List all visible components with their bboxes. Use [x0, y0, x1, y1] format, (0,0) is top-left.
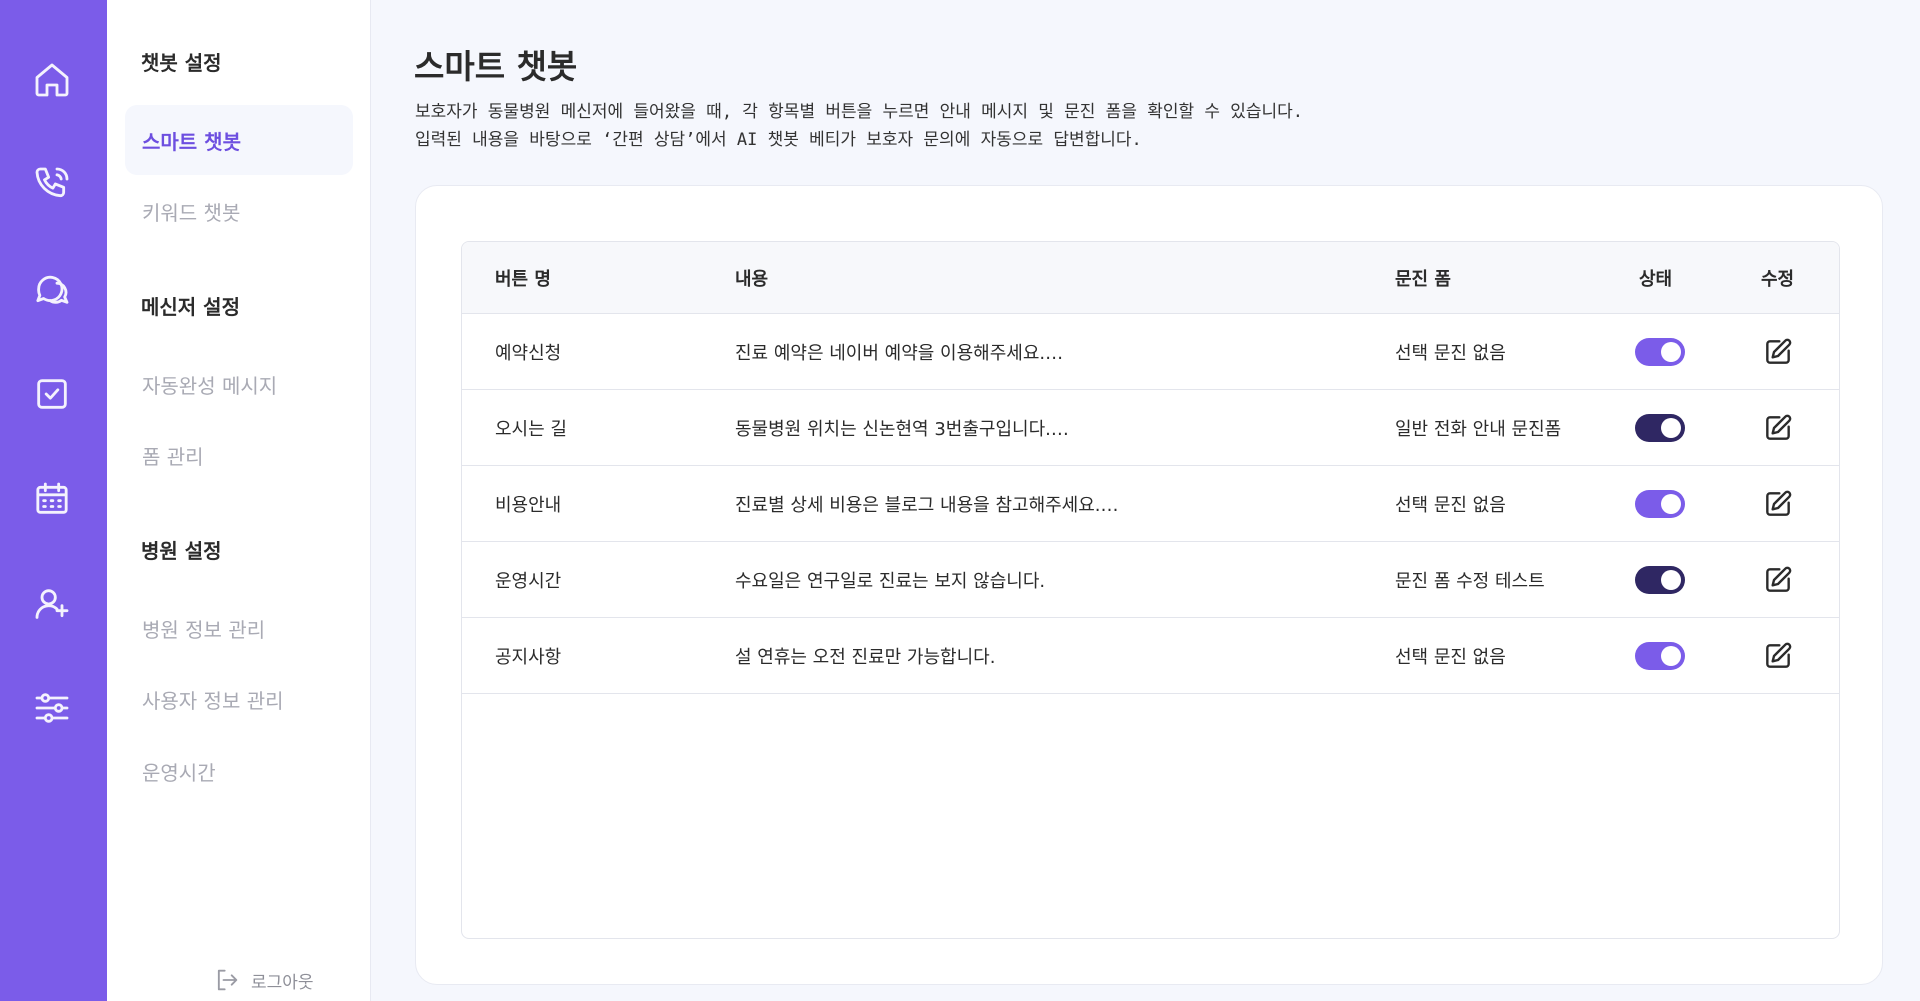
toggle-knob: [1661, 417, 1681, 438]
sidebar-item-form-management[interactable]: 폼 관리: [125, 420, 353, 490]
row-status: [1635, 466, 1685, 541]
row-content: 진료별 상세 비용은 블로그 내용을 참고해주세요.…: [735, 494, 1119, 516]
logout-label: 로그아웃: [251, 972, 314, 993]
edit-icon[interactable]: [1759, 333, 1797, 371]
header-edit: 수정: [1761, 269, 1795, 290]
row-button-name: 운영시간: [495, 570, 562, 592]
row-content: 진료 예약은 네이버 예약을 이용해주세요.…: [735, 342, 1064, 364]
checkbox-icon[interactable]: [29, 371, 75, 417]
row-edit: [1759, 314, 1797, 389]
table-header: 버튼 명 내용 문진 폼 상태 수정: [462, 242, 1839, 314]
chatbot-table-panel: 버튼 명 내용 문진 폼 상태 수정 예약신청 진료 예약은 네이버 예약을 이용…: [415, 185, 1883, 985]
row-form: 문진 폼 수정 테스트: [1395, 570, 1545, 592]
home-icon[interactable]: [29, 57, 75, 103]
row-status: [1635, 390, 1685, 465]
chatbot-settings-heading: 챗봇 설정: [141, 51, 222, 75]
sidebar-item-keyword-chatbot[interactable]: 키워드 챗봇: [125, 176, 353, 246]
table-row: 비용안내 진료별 상세 비용은 블로그 내용을 참고해주세요.… 선택 문진 없음: [462, 466, 1839, 542]
row-button-name: 공지사항: [495, 646, 562, 668]
header-form: 문진 폼: [1395, 269, 1451, 290]
row-form: 선택 문진 없음: [1395, 342, 1506, 364]
sliders-icon[interactable]: [29, 685, 75, 731]
row-edit: [1759, 618, 1797, 693]
row-status: [1635, 542, 1685, 617]
sidebar-item-user-info[interactable]: 사용자 정보 관리: [125, 664, 353, 734]
header-button-name: 버튼 명: [495, 269, 551, 290]
row-edit: [1759, 466, 1797, 541]
row-button-name: 오시는 길: [495, 418, 567, 440]
row-edit: [1759, 390, 1797, 465]
sidebar-item-autocomplete-message[interactable]: 자동완성 메시지: [125, 349, 353, 419]
hospital-settings-heading: 병원 설정: [141, 539, 222, 563]
logout-button[interactable]: 로그아웃: [213, 966, 314, 994]
row-button-name: 비용안내: [495, 494, 562, 516]
page-description-line2: 입력된 내용을 바탕으로 ‘간편 상담’에서 AI 챗봇 베티가 보호자 문의에…: [415, 130, 1142, 150]
edit-icon[interactable]: [1759, 409, 1797, 447]
status-toggle[interactable]: [1635, 489, 1685, 518]
toggle-knob: [1661, 645, 1681, 666]
edit-icon[interactable]: [1759, 561, 1797, 599]
toggle-knob: [1661, 493, 1681, 514]
table-row: 예약신청 진료 예약은 네이버 예약을 이용해주세요.… 선택 문진 없음: [462, 314, 1839, 390]
toggle-knob: [1661, 569, 1681, 590]
row-form: 일반 전화 안내 문진폼: [1395, 418, 1562, 440]
row-form: 선택 문진 없음: [1395, 494, 1506, 516]
row-status: [1635, 618, 1685, 693]
messenger-settings-heading: 메신저 설정: [141, 295, 240, 319]
icon-rail: [0, 0, 107, 1001]
row-content: 동물병원 위치는 신논현역 3번출구입니다.…: [735, 418, 1069, 440]
row-content: 설 연휴는 오전 진료만 가능합니다.: [735, 646, 996, 668]
sidebar-item-operating-hours[interactable]: 운영시간: [125, 736, 353, 806]
header-content: 내용: [735, 269, 769, 290]
chat-icon[interactable]: [29, 266, 75, 312]
sidebar-item-hospital-info[interactable]: 병원 정보 관리: [125, 593, 353, 663]
edit-icon[interactable]: [1759, 637, 1797, 675]
edit-icon[interactable]: [1759, 485, 1797, 523]
row-edit: [1759, 542, 1797, 617]
row-button-name: 예약신청: [495, 342, 562, 364]
phone-icon[interactable]: [29, 161, 75, 207]
status-toggle[interactable]: [1635, 413, 1685, 442]
page-title: 스마트 챗봇: [414, 47, 578, 86]
table-row: 오시는 길 동물병원 위치는 신논현역 3번출구입니다.… 일반 전화 안내 문진폼: [462, 390, 1839, 466]
sidebar-item-smart-chatbot[interactable]: 스마트 챗봇: [125, 105, 353, 175]
row-form: 선택 문진 없음: [1395, 646, 1506, 668]
status-toggle[interactable]: [1635, 641, 1685, 670]
status-toggle[interactable]: [1635, 337, 1685, 366]
page-description-line1: 보호자가 동물병원 메신저에 들어왔을 때, 각 항목별 버튼을 누르면 안내 …: [415, 102, 1304, 122]
calendar-icon[interactable]: [29, 476, 75, 522]
row-status: [1635, 314, 1685, 389]
status-toggle[interactable]: [1635, 565, 1685, 594]
table-row: 공지사항 설 연휴는 오전 진료만 가능합니다. 선택 문진 없음: [462, 618, 1839, 694]
header-status: 상태: [1639, 269, 1673, 290]
row-content: 수요일은 연구일로 진료는 보지 않습니다.: [735, 570, 1046, 592]
user-add-icon[interactable]: [29, 581, 75, 627]
logout-icon: [217, 969, 238, 991]
chatbot-table: 버튼 명 내용 문진 폼 상태 수정 예약신청 진료 예약은 네이버 예약을 이용…: [461, 241, 1840, 939]
table-row: 운영시간 수요일은 연구일로 진료는 보지 않습니다. 문진 폼 수정 테스트: [462, 542, 1839, 618]
settings-sidebar: 챗봇 설정 스마트 챗봇 키워드 챗봇 메신저 설정 자동완성 메시지 폼 관리…: [107, 0, 371, 1001]
toggle-knob: [1661, 341, 1681, 362]
